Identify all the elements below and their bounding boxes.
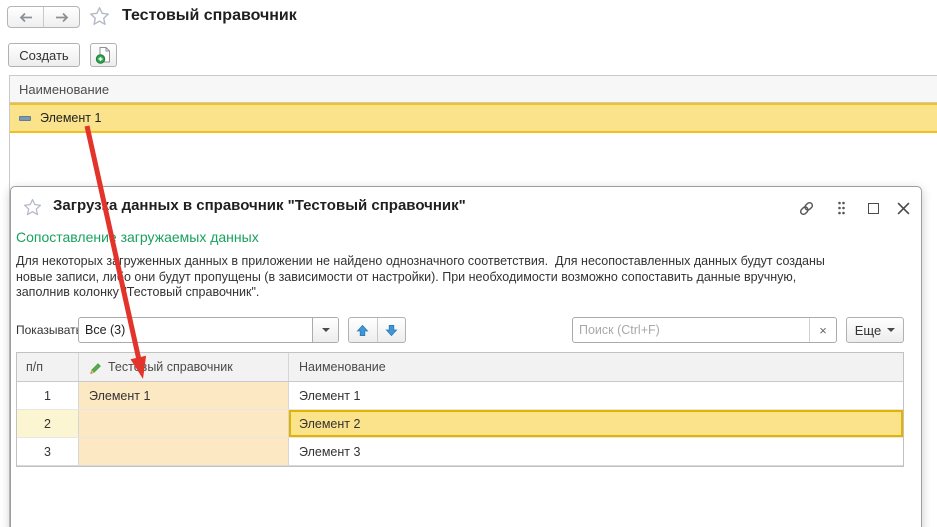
app-window: Тестовый справочник Создать Наименование… [0, 0, 937, 527]
mapping-table-header: п/п Тестовый справочник Наименование [17, 353, 903, 382]
description-line: заполнив колонку "Тестовый справочник". [16, 285, 901, 301]
back-button[interactable] [8, 7, 43, 27]
search-clear-button[interactable]: × [809, 318, 836, 342]
list-column-header[interactable]: Наименование [10, 75, 937, 103]
show-filter-combobox[interactable]: Все (3) [78, 317, 339, 343]
pencil-icon [89, 361, 102, 374]
column-header-name[interactable]: Наименование [289, 353, 903, 381]
move-up-button[interactable] [349, 318, 377, 342]
cell-num[interactable]: 3 [17, 438, 79, 465]
blue-arrow-up-icon [356, 324, 369, 337]
maximize-icon [868, 203, 879, 214]
link-icon [798, 200, 815, 217]
table-row[interactable]: 1 Элемент 1 Элемент 1 [17, 382, 903, 410]
show-filter-dropdown-button[interactable] [312, 318, 338, 342]
document-plus-icon [95, 46, 113, 64]
column-header-num[interactable]: п/п [17, 353, 79, 381]
more-menu-button[interactable] [832, 199, 850, 217]
cell-ref[interactable] [79, 410, 289, 437]
nav-history [7, 6, 80, 28]
description-line: новые записи, либо они будут пропущены (… [16, 270, 901, 286]
move-down-button[interactable] [377, 318, 406, 342]
get-link-button[interactable] [797, 199, 815, 217]
search-box: × [572, 317, 837, 343]
cell-ref[interactable] [79, 438, 289, 465]
page-title: Тестовый справочник [122, 7, 297, 25]
chevron-down-icon [887, 328, 895, 332]
create-button[interactable]: Создать [8, 43, 80, 67]
close-button[interactable] [894, 199, 912, 217]
chevron-down-icon [322, 328, 330, 332]
table-row-selected[interactable]: 2 Элемент 2 [17, 410, 903, 438]
column-header-ref[interactable]: Тестовый справочник [79, 353, 289, 381]
maximize-button[interactable] [864, 199, 882, 217]
more-actions-button[interactable]: Еще [846, 317, 904, 343]
mapping-heading: Сопоставление загружаемых данных [16, 229, 259, 245]
list-row-element-1[interactable]: Элемент 1 [10, 103, 937, 133]
cell-ref[interactable]: Элемент 1 [79, 382, 289, 409]
dialog-title: Загрузка данных в справочник "Тестовый с… [53, 197, 466, 214]
dialog-favorite-star-icon[interactable] [23, 198, 42, 217]
show-filter-value: Все (3) [79, 318, 312, 342]
arrow-left-icon [19, 12, 33, 23]
arrow-right-icon [55, 12, 69, 23]
catalog-element-icon [19, 116, 31, 121]
show-label: Показывать: [16, 317, 85, 343]
mapping-description: Для некоторых загруженных данных в прило… [16, 254, 901, 301]
more-actions-label: Еще [855, 323, 881, 338]
cell-name[interactable]: Элемент 3 [289, 438, 903, 465]
list-row-label: Элемент 1 [40, 111, 101, 125]
move-buttons [348, 317, 406, 343]
cell-name-current[interactable]: Элемент 2 [289, 410, 903, 437]
load-data-button[interactable] [90, 43, 117, 67]
cell-num[interactable]: 1 [17, 382, 79, 409]
forward-button[interactable] [43, 7, 79, 27]
dots-menu-icon [837, 201, 846, 215]
column-header-ref-label: Тестовый справочник [108, 360, 233, 374]
load-data-dialog: Загрузка данных в справочник "Тестовый с… [10, 186, 922, 527]
cell-num[interactable]: 2 [17, 410, 79, 437]
mapping-table: п/п Тестовый справочник Наименование 1 Э… [16, 352, 904, 467]
table-row[interactable]: 3 Элемент 3 [17, 438, 903, 466]
blue-arrow-down-icon [385, 324, 398, 337]
close-icon [897, 202, 910, 215]
favorite-star-icon[interactable] [89, 6, 110, 27]
search-input[interactable] [573, 318, 809, 342]
cell-name[interactable]: Элемент 1 [289, 382, 903, 409]
description-line: Для некоторых загруженных данных в прило… [16, 254, 901, 270]
